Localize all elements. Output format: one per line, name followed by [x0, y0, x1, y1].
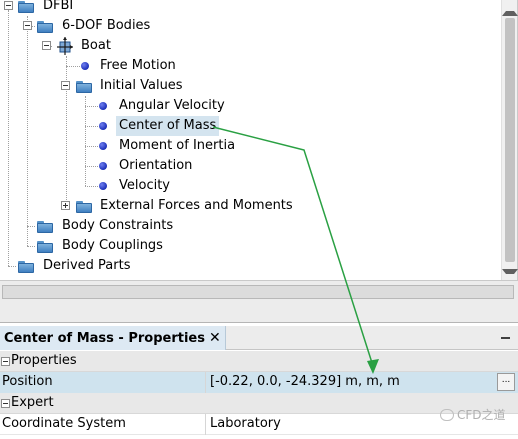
collapse-toggle-icon[interactable]	[23, 21, 32, 30]
property-value[interactable]: Laboratory	[210, 414, 281, 434]
tab-center-of-mass-properties[interactable]: Center of Mass - Properties ✕	[0, 326, 226, 350]
node-dot-icon	[99, 142, 107, 150]
minimize-icon[interactable]	[501, 337, 510, 339]
tree-item-free-motion[interactable]: Free Motion	[0, 56, 500, 76]
close-icon[interactable]: ✕	[209, 330, 221, 346]
object-tree: DFBI 6-DOF Bodies Boat Free Motion Initi…	[0, 0, 518, 280]
edit-value-button[interactable]: ...	[497, 373, 515, 391]
scroll-down-button[interactable]	[502, 264, 518, 280]
collapse-toggle-icon[interactable]	[42, 41, 51, 50]
tree-item-label: Moment of Inertia	[119, 138, 236, 153]
node-dot-icon	[99, 162, 107, 170]
scroll-thumb[interactable]	[505, 18, 515, 262]
tree-item-label: Angular Velocity	[119, 98, 225, 113]
node-dot-icon	[99, 182, 107, 190]
expand-toggle-icon[interactable]	[61, 201, 70, 210]
wechat-icon	[440, 409, 454, 421]
tree-item-label: Velocity	[119, 178, 170, 193]
watermark-text: CFD之道	[457, 408, 506, 422]
collapse-toggle-icon[interactable]	[61, 81, 70, 90]
node-dot-icon	[99, 102, 107, 110]
tree-item-label: Derived Parts	[43, 258, 131, 273]
column-divider	[205, 414, 206, 435]
tree-item-label: Free Motion	[100, 58, 176, 73]
category-properties[interactable]: Properties	[0, 351, 518, 372]
tree-item-initial-values[interactable]: Initial Values	[0, 76, 500, 96]
tree-item-label: Center of Mass	[116, 116, 220, 136]
node-dot-icon	[99, 122, 107, 130]
tree-item-moment-of-inertia[interactable]: Moment of Inertia	[0, 136, 500, 156]
tree-item-label: 6-DOF Bodies	[62, 18, 151, 33]
tree-item-label: DFBI	[43, 0, 74, 13]
tree-item-label: Boat	[81, 38, 111, 53]
column-divider	[205, 372, 206, 393]
folder-icon	[76, 201, 92, 213]
tree-item-boat[interactable]: Boat	[0, 36, 500, 56]
folder-icon	[18, 261, 34, 273]
tree-item-dfbi[interactable]: DFBI	[0, 0, 500, 16]
tree-vertical-scrollbar[interactable]	[501, 0, 518, 280]
property-name: Coordinate System	[2, 416, 126, 431]
tree-item-velocity[interactable]: Velocity	[0, 176, 500, 196]
tree-item-body-constraints[interactable]: Body Constraints	[0, 216, 500, 236]
tree-item-derived-parts[interactable]: Derived Parts	[0, 256, 500, 276]
folder-icon	[18, 1, 34, 13]
tree-item-angular-velocity[interactable]: Angular Velocity	[0, 96, 500, 116]
collapse-toggle-icon[interactable]	[1, 399, 10, 408]
scroll-track[interactable]	[2, 285, 514, 299]
tree-item-label: Orientation	[119, 158, 193, 173]
collapse-toggle-icon[interactable]	[1, 357, 10, 366]
tree-item-body-couplings[interactable]: Body Couplings	[0, 236, 500, 256]
tree-item-label: Body Couplings	[62, 238, 163, 253]
tree-item-label: Initial Values	[100, 78, 183, 93]
tree-item-orientation[interactable]: Orientation	[0, 156, 500, 176]
tree-item-label: External Forces and Moments	[100, 198, 293, 213]
watermark: CFD之道	[440, 405, 518, 425]
tree-item-6dof-bodies[interactable]: 6-DOF Bodies	[0, 16, 500, 36]
folder-icon	[37, 21, 53, 33]
properties-panel-header: Center of Mass - Properties ✕	[0, 326, 518, 350]
category-label: Properties	[11, 353, 77, 368]
arrow-up-icon	[502, 0, 518, 16]
folder-icon	[37, 221, 53, 233]
folder-icon	[76, 81, 92, 93]
property-row-position[interactable]: Position [-0.22, 0.0, -24.329] m, m, m .…	[0, 372, 518, 393]
node-dot-icon	[81, 62, 89, 70]
tree-item-label: Body Constraints	[62, 218, 174, 233]
tree-item-external-forces[interactable]: External Forces and Moments	[0, 196, 500, 216]
category-label: Expert	[11, 395, 54, 410]
rigid-body-icon	[57, 37, 73, 55]
tree-horizontal-scrollbar[interactable]	[0, 280, 518, 322]
collapse-toggle-icon[interactable]	[4, 1, 13, 10]
properties-tab-title: Center of Mass - Properties	[4, 331, 205, 346]
folder-icon	[37, 241, 53, 253]
scroll-up-button[interactable]	[502, 0, 518, 16]
property-value[interactable]: [-0.22, 0.0, -24.329] m, m, m	[210, 372, 400, 392]
property-name: Position	[2, 374, 53, 389]
tree-item-center-of-mass[interactable]: Center of Mass	[0, 116, 500, 136]
